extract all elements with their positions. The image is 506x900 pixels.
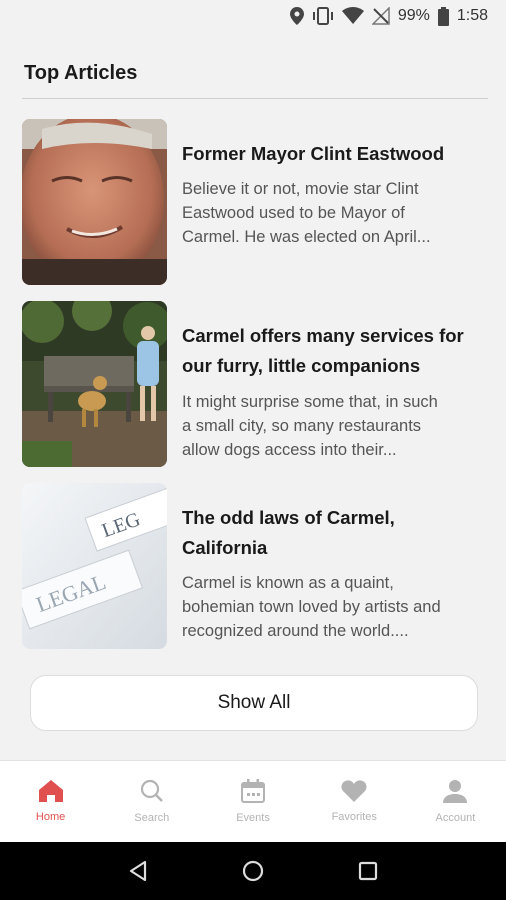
battery-icon: [437, 6, 449, 26]
battery-percent: 99%: [397, 7, 430, 24]
nav-favorites[interactable]: Favorites: [304, 761, 405, 842]
article-title: Former Mayor Clint Eastwood: [182, 143, 445, 164]
article-card[interactable]: Carmel offers many services for our furr…: [22, 301, 488, 467]
article-thumbnail: [22, 119, 167, 285]
nav-search[interactable]: Search: [101, 761, 202, 842]
article-title: The odd laws of Carmel, California: [182, 507, 395, 558]
nav-label: Favorites: [331, 811, 377, 823]
article-thumbnail: [22, 301, 167, 467]
nav-events[interactable]: Events: [202, 761, 303, 842]
nav-label: Home: [35, 811, 66, 823]
person-icon: [443, 779, 468, 808]
nav-label: Search: [134, 812, 170, 824]
home-icon: [38, 780, 63, 807]
article-excerpt: Believe it or not, movie star Clint East…: [182, 180, 431, 246]
article-title: Carmel offers many services for our furr…: [182, 325, 464, 376]
nav-account[interactable]: Account: [405, 761, 506, 842]
home-circle-icon[interactable]: [233, 851, 273, 891]
system-nav-bar: [0, 842, 506, 900]
article-excerpt: Carmel is known as a quaint, bohemian to…: [182, 574, 441, 640]
article-card[interactable]: Former Mayor Clint Eastwood Believe it o…: [22, 119, 488, 285]
back-icon[interactable]: [118, 851, 158, 891]
main-content: Top Articles Former Mayor Clint Eastwood…: [0, 32, 506, 760]
clock: 1:58: [456, 7, 488, 24]
article-thumbnail: LEGAL LEG: [22, 483, 167, 649]
wifi-icon: [341, 7, 364, 25]
bottom-nav: Home Search Events Favorites Account: [0, 760, 506, 842]
search-icon: [140, 779, 164, 808]
article-excerpt: It might surprise some that, in such a s…: [182, 393, 438, 459]
show-all-button[interactable]: Show All: [30, 675, 478, 731]
calendar-icon: [241, 779, 265, 808]
nav-label: Events: [236, 812, 270, 824]
heart-icon: [341, 780, 367, 807]
nav-label: Account: [435, 812, 476, 824]
section-title: Top Articles: [24, 62, 138, 84]
nav-home[interactable]: Home: [0, 761, 101, 842]
no-signal-icon: [371, 7, 390, 25]
recents-icon[interactable]: [348, 851, 388, 891]
status-bar: 99% 1:58: [0, 0, 506, 32]
divider: [22, 98, 488, 99]
location-icon: [289, 7, 304, 25]
article-card[interactable]: LEGAL LEG The odd laws of Carmel, Califo…: [22, 483, 488, 649]
vibrate-icon: [312, 7, 334, 25]
